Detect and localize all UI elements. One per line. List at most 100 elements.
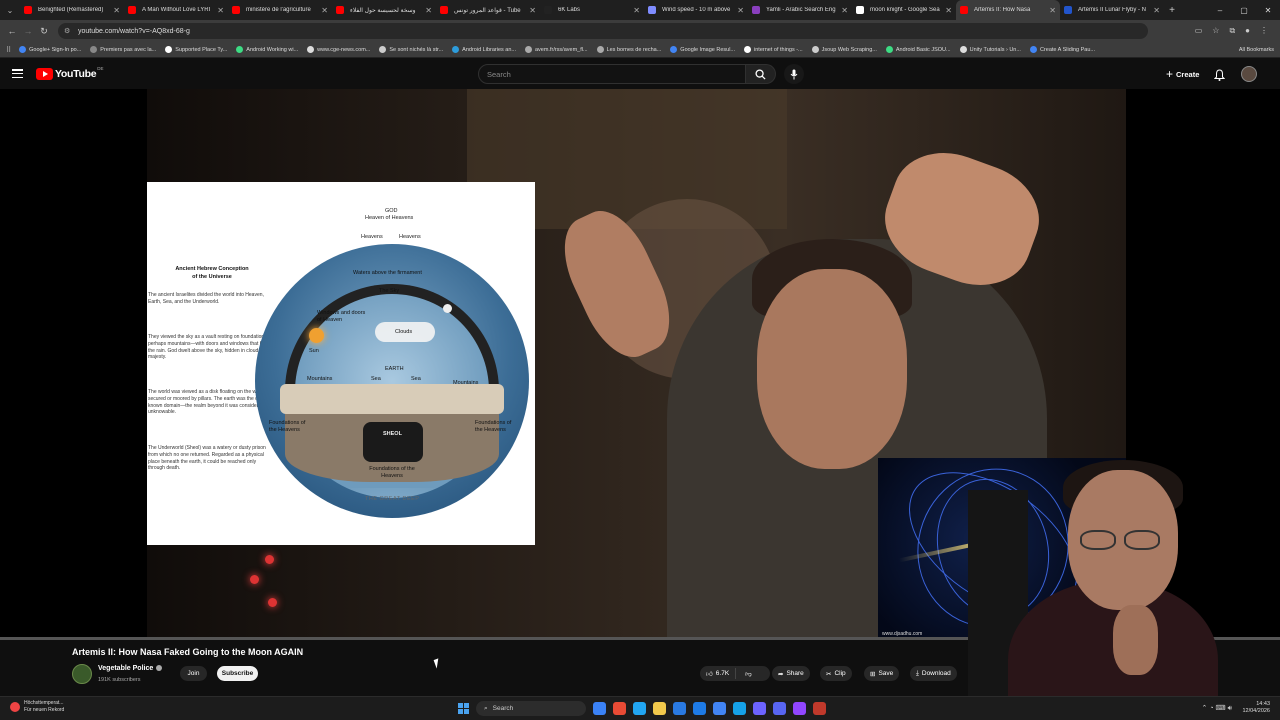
search-button[interactable] [746,64,776,84]
channel-name-link[interactable]: Vegetable Police [98,665,163,672]
close-window-button[interactable]: ✕ [1256,0,1280,20]
all-bookmarks-button[interactable]: All Bookmarks [1239,47,1274,53]
save-playlist-icon: ⊞ [870,670,876,678]
bookmark-star-icon[interactable]: ☆ [1212,26,1219,36]
bookmark-item[interactable]: Les bornes de recha... [596,46,661,53]
tab-close-icon[interactable]: ✕ [529,6,536,15]
bookmark-item[interactable]: internet of things -... [744,46,803,53]
save-button[interactable]: ⊞ Save [864,666,900,681]
browser-tab[interactable]: ministère de l'agriculture ✕ [228,0,332,20]
system-tray-icons[interactable]: ⌃ ◔ ⌨ 🔊︎ [1202,704,1232,713]
tab-close-icon[interactable]: ✕ [321,6,328,15]
download-button[interactable]: ⤓ Download [910,666,957,681]
create-button[interactable]: + Create [1160,65,1205,83]
bookmark-item[interactable]: Android Working wi... [236,46,298,53]
browser-tab[interactable]: Artemis II Lunar Flyby - N ✕ [1060,0,1164,20]
subscribe-button[interactable]: Subscribe [217,666,258,681]
back-button[interactable]: ← [4,26,20,36]
tab-close-icon[interactable]: ✕ [1153,6,1160,15]
tab-close-icon[interactable]: ✕ [425,6,432,15]
tab-close-icon[interactable]: ✕ [841,6,848,15]
tab-close-icon[interactable]: ✕ [1049,6,1056,15]
bookmark-item[interactable]: Supported Place Ty... [165,46,227,53]
forward-button[interactable]: → [20,26,36,36]
bookmark-item[interactable]: Premiers pas avec la... [90,46,156,53]
browser-tab[interactable]: moon knight - Google Sea ✕ [852,0,956,20]
tab-close-icon[interactable]: ✕ [217,6,224,15]
download-label: Download [921,670,951,677]
address-bar[interactable]: ⚙ youtube.com/watch?v=-AQ8xd-68-g [58,23,1148,39]
hamburger-menu-icon[interactable] [12,69,23,78]
bookmark-favicon-icon [1029,46,1037,53]
voice-search-button[interactable] [784,64,804,84]
browser-tab[interactable]: 6K Labs ✕ [540,0,644,20]
extensions-icon[interactable]: ⧉ [1229,26,1235,36]
weather-icon [10,701,20,712]
bookmark-item[interactable]: Create A Sliding Pau... [1029,46,1095,53]
new-tab-button[interactable]: + [1164,5,1180,16]
like-button[interactable]: 👍︎ 6.7K [700,668,737,679]
taskbar-app-icon[interactable] [593,702,606,715]
taskbar-app-icon[interactable] [633,702,646,715]
taskbar-app-icon[interactable] [793,702,806,715]
label-waters-above: Waters above the firmament [353,270,422,276]
taskbar-app-icon[interactable] [613,702,626,715]
channel-avatar[interactable] [72,664,92,684]
maximize-button[interactable]: ▢ [1232,0,1256,20]
tab-close-icon[interactable]: ✕ [945,6,952,15]
tab-close-icon[interactable]: ✕ [633,6,640,15]
bookmark-item[interactable]: avem.fr/rss/avem_fl... [524,46,588,53]
site-info-icon[interactable]: ⚙ [64,27,70,35]
browser-tab[interactable]: Yamli - Arabic Search Eng ✕ [748,0,852,20]
bookmark-item[interactable]: Google Image Resul... [670,46,735,53]
label-sea-right: Sea [411,376,421,382]
browser-tab[interactable]: Wind speed - 10 m above ✕ [644,0,748,20]
bookmark-item[interactable]: Jsoup Web Scraping... [811,46,877,53]
youtube-logo[interactable]: YouTube DE [36,66,104,80]
bookmark-item[interactable]: Android Libraries an... [452,46,516,53]
notifications-bell-icon[interactable] [1213,68,1226,86]
bookmark-item[interactable]: Google+ Sign-In po... [19,46,81,53]
apps-icon[interactable]: ⠿ [6,46,11,54]
thumbs-down-icon: 👎︎ [745,670,752,678]
taskbar-app-icon[interactable] [673,702,686,715]
thumbs-up-icon: 👍︎ [706,670,713,678]
taskbar-app-icon[interactable] [713,702,726,715]
cast-icon[interactable]: ▭ [1195,26,1203,36]
tab-title: 6K Labs [558,7,581,13]
dislike-button[interactable]: 👎︎ [739,670,758,678]
tab-search-icon[interactable]: ⌄ [0,0,20,20]
reload-button[interactable]: ↻ [36,26,52,37]
tab-close-icon[interactable]: ✕ [737,6,744,15]
bookmark-item[interactable]: Se sont nichés là str... [379,46,443,53]
bookmark-item[interactable]: Unity Tutorials › Un... [959,46,1021,53]
search-input[interactable]: Search [478,64,746,84]
share-button[interactable]: ➦ Share [772,666,810,681]
tab-strip: ⌄ Benighted (Remastered) ✕ A Man Without L… [0,0,1280,20]
account-avatar[interactable] [1241,66,1257,82]
taskbar-app-icon[interactable] [653,702,666,715]
taskbar-app-icon[interactable] [753,702,766,715]
bookmark-favicon-icon [236,46,244,53]
bookmark-item[interactable]: www.cge-news.com... [307,46,370,53]
weather-widget[interactable]: Höchsttemperat... Für neuen Rekord [10,700,64,713]
bookmark-item[interactable]: Android Basic JSOU... [885,46,951,53]
browser-tab[interactable]: Benighted (Remastered) ✕ [20,0,124,20]
browser-tab[interactable]: وسخة لحسيسة حول الفلاء ✕ [332,0,436,20]
system-clock[interactable]: 14:43 12/04/2026 [1242,701,1270,715]
taskbar-app-icon[interactable] [733,702,746,715]
taskbar-app-icon[interactable] [813,702,826,715]
taskbar-app-icon[interactable] [693,702,706,715]
minimize-button[interactable]: – [1208,0,1232,20]
browser-tab[interactable]: A Man Without Love LYRI ✕ [124,0,228,20]
browser-tab[interactable]: Artemis II: How Nasa ✕ [956,0,1060,20]
tab-close-icon[interactable]: ✕ [113,6,120,15]
taskbar-app-icon[interactable] [773,702,786,715]
join-button[interactable]: Join [180,666,207,681]
browser-menu-icon[interactable]: ⋮ [1260,26,1268,36]
windows-start-icon[interactable] [458,703,469,714]
profile-icon[interactable]: ● [1245,26,1250,36]
taskbar-search[interactable]: ⌕ Search [476,701,586,716]
clip-button[interactable]: ✂ Clip [820,666,852,681]
browser-tab[interactable]: قواعد المرور تونس - Tube ✕ [436,0,540,20]
